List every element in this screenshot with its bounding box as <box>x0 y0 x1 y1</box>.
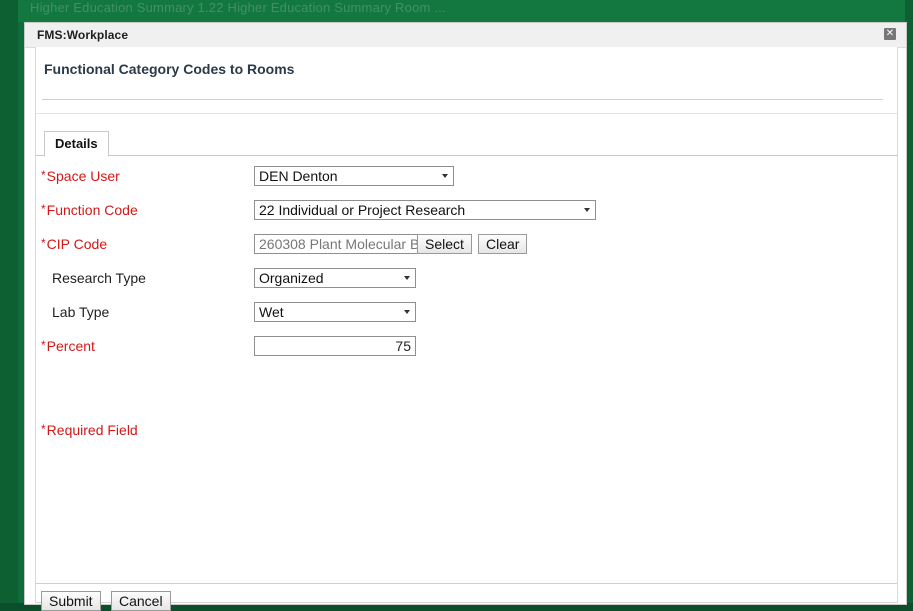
cip-code-field[interactable]: 260308 Plant Molecular Biology <box>254 234 418 254</box>
dialog-titlebar[interactable]: FMS:Workplace ✕ <box>25 23 906 48</box>
chevron-down-icon <box>442 174 448 178</box>
cip-code-label: *CIP Code <box>41 236 107 252</box>
tab-details-label: Details <box>55 136 98 151</box>
percent-label: *Percent <box>41 338 95 354</box>
research-type-label: Research Type <box>52 270 146 286</box>
function-code-label: *Function Code <box>41 202 138 218</box>
percent-row: *Percent 75 <box>36 335 897 357</box>
dialog-title: FMS:Workplace <box>37 28 129 42</box>
space-user-label-text: Space User <box>46 168 120 184</box>
required-marker: * <box>41 338 46 352</box>
cip-code-row: *CIP Code 260308 Plant Molecular Biology… <box>36 233 897 255</box>
close-icon[interactable]: ✕ <box>884 28 896 40</box>
lab-type-select[interactable]: Wet <box>254 302 416 322</box>
cip-code-label-text: CIP Code <box>46 236 108 252</box>
cip-select-button[interactable]: Select <box>417 234 472 254</box>
percent-label-text: Percent <box>46 338 95 354</box>
space-user-label: *Space User <box>41 168 120 184</box>
cip-clear-button[interactable]: Clear <box>478 234 528 254</box>
function-code-label-text: Function Code <box>46 202 138 218</box>
cancel-button[interactable]: Cancel <box>111 591 171 611</box>
lab-type-value: Wet <box>259 304 284 320</box>
tab-details[interactable]: Details <box>44 131 109 157</box>
dialog-content: Functional Category Codes to Rooms Detai… <box>35 47 898 611</box>
research-type-select[interactable]: Organized <box>254 268 416 288</box>
function-code-row: *Function Code 22 Individual or Project … <box>36 199 897 221</box>
required-marker: * <box>41 422 46 436</box>
lab-type-label: Lab Type <box>52 304 110 320</box>
background-page-text: Higher Education Summary 1.22 Higher Edu… <box>30 0 446 15</box>
research-type-value: Organized <box>259 270 324 286</box>
function-code-value: 22 Individual or Project Research <box>259 202 466 218</box>
cip-select-button-label: Select <box>425 236 464 252</box>
research-type-row: Research Type Organized <box>36 267 897 289</box>
chevron-down-icon <box>584 208 590 212</box>
cip-code-value: 260308 Plant Molecular Biology <box>259 236 417 252</box>
title-divider <box>42 99 883 100</box>
chevron-down-icon <box>404 310 410 314</box>
footer-divider <box>36 583 897 584</box>
space-user-select[interactable]: DEN Denton <box>254 166 454 186</box>
required-field-note: *Required Field <box>41 422 138 438</box>
percent-value: 75 <box>395 338 411 354</box>
left-frame <box>0 0 18 611</box>
space-user-value: DEN Denton <box>259 168 338 184</box>
percent-input[interactable]: 75 <box>254 336 416 356</box>
required-marker: * <box>41 202 46 216</box>
page-title: Functional Category Codes to Rooms <box>44 61 295 77</box>
dialog-window: FMS:Workplace ✕ Functional Category Code… <box>24 22 907 611</box>
space-user-row: *Space User DEN Denton <box>36 165 897 187</box>
function-code-select[interactable]: 22 Individual or Project Research <box>254 200 596 220</box>
required-field-text: Required Field <box>46 422 138 438</box>
tab-underline <box>36 155 897 156</box>
chevron-down-icon <box>404 276 410 280</box>
submit-button-label: Submit <box>49 593 93 609</box>
lab-type-row: Lab Type Wet <box>36 301 897 323</box>
title-divider-secondary <box>36 113 897 114</box>
cip-clear-button-label: Clear <box>486 236 520 252</box>
cancel-button-label: Cancel <box>119 593 163 609</box>
submit-button[interactable]: Submit <box>41 591 101 611</box>
required-marker: * <box>41 168 46 182</box>
required-marker: * <box>41 236 46 250</box>
